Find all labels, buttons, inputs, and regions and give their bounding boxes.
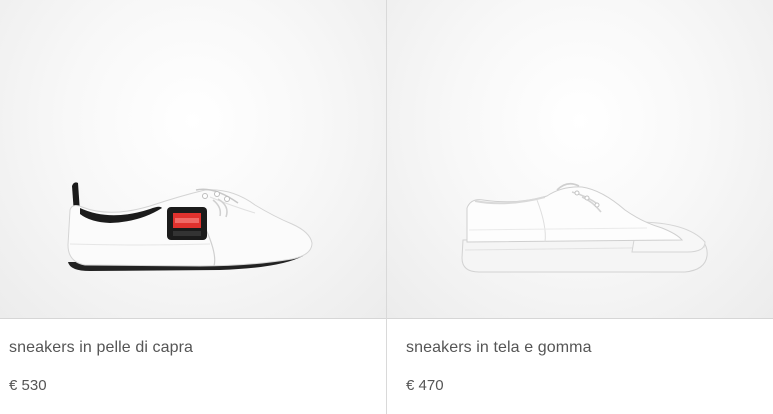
product-title[interactable]: sneakers in pelle di capra	[9, 339, 193, 357]
product-card[interactable]: sneakers in tela e gomma € 470	[386, 0, 773, 414]
canvas-sneaker-image	[461, 182, 708, 273]
product-grid: sneakers in pelle di capra € 530 sneaker…	[0, 0, 773, 414]
leather-sneaker-image	[67, 182, 313, 271]
product-card[interactable]: sneakers in pelle di capra € 530	[0, 0, 386, 414]
product-image[interactable]	[0, 0, 386, 319]
product-price: € 470	[406, 377, 444, 394]
product-price: € 530	[9, 377, 47, 394]
product-image[interactable]	[387, 0, 773, 319]
product-title[interactable]: sneakers in tela e gomma	[406, 339, 592, 357]
